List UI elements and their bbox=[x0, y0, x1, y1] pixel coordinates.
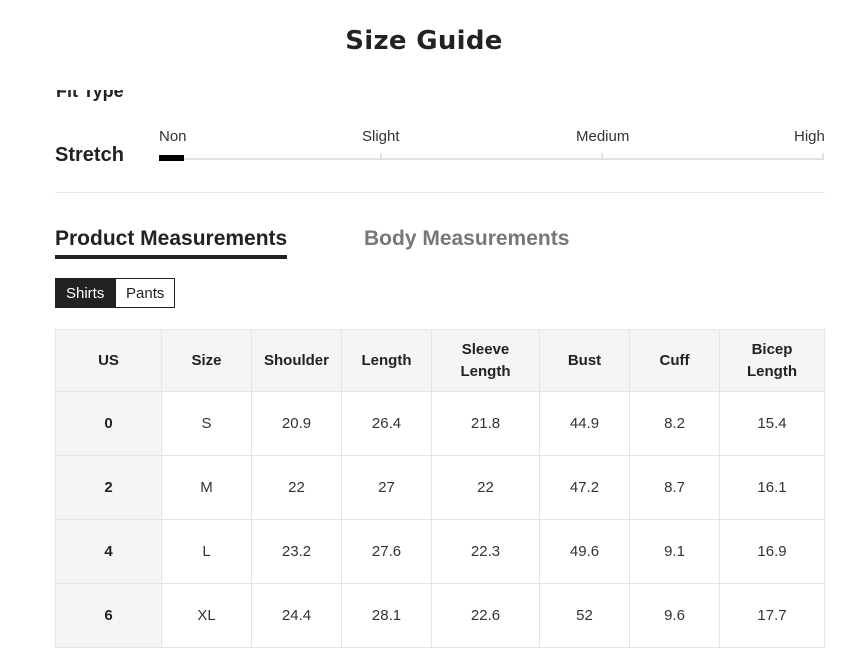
toggle-pants[interactable]: Pants bbox=[116, 278, 175, 308]
stretch-level-slight: Slight bbox=[362, 128, 400, 145]
column-header-bicep-length: Bicep Length bbox=[719, 329, 825, 392]
stretch-scale-tick bbox=[380, 153, 382, 160]
table-cell: 52 bbox=[539, 583, 630, 648]
table-cell: 28.1 bbox=[341, 583, 432, 648]
table-cell: 22.6 bbox=[431, 583, 540, 648]
section-divider bbox=[55, 192, 825, 193]
tab-product-measurements[interactable]: Product Measurements bbox=[55, 227, 288, 259]
table-cell: M bbox=[161, 455, 252, 520]
table-cell: 15.4 bbox=[719, 391, 825, 456]
table-cell: 21.8 bbox=[431, 391, 540, 456]
table-header-row: US Size Shoulder Length Sleeve Length Bu… bbox=[55, 329, 825, 392]
table-cell: 26.4 bbox=[341, 391, 432, 456]
table-cell: 8.2 bbox=[629, 391, 720, 456]
table-cell: 23.2 bbox=[251, 519, 342, 584]
page-title: Size Guide bbox=[345, 26, 503, 56]
table-cell: 16.1 bbox=[719, 455, 825, 520]
table-cell: 49.6 bbox=[539, 519, 630, 584]
table-cell: 17.7 bbox=[719, 583, 825, 648]
column-header-sleeve-length: Sleeve Length bbox=[431, 329, 540, 392]
table-cell: 22 bbox=[251, 455, 342, 520]
table-cell: 6 bbox=[55, 583, 162, 648]
table-cell: 2 bbox=[55, 455, 162, 520]
stretch-scale-tick bbox=[822, 153, 824, 160]
table-cell: 44.9 bbox=[539, 391, 630, 456]
toggle-shirts[interactable]: Shirts bbox=[55, 278, 116, 308]
stretch-scale-track bbox=[159, 158, 824, 160]
column-header-length: Length bbox=[341, 329, 432, 392]
table-cell: 22 bbox=[431, 455, 540, 520]
category-toggle: Shirts Pants bbox=[55, 278, 175, 308]
stretch-level-medium: Medium bbox=[576, 128, 630, 145]
table-cell: 16.9 bbox=[719, 519, 825, 584]
table-row: 2 M 22 27 22 47.2 8.7 16.1 bbox=[55, 455, 825, 520]
table-cell: 24.4 bbox=[251, 583, 342, 648]
table-row: 4 L 23.2 27.6 22.3 49.6 9.1 16.9 bbox=[55, 519, 825, 584]
table-cell: 27.6 bbox=[341, 519, 432, 584]
table-cell: 22.3 bbox=[431, 519, 540, 584]
column-header-cuff: Cuff bbox=[629, 329, 720, 392]
stretch-scale-indicator bbox=[159, 155, 184, 161]
stretch-level-non: Non bbox=[159, 128, 187, 145]
table-row: 0 S 20.9 26.4 21.8 44.9 8.2 15.4 bbox=[55, 391, 825, 456]
column-header-us: US bbox=[55, 329, 162, 392]
table-cell: 0 bbox=[55, 391, 162, 456]
table-cell: 8.7 bbox=[629, 455, 720, 520]
table-cell: 27 bbox=[341, 455, 432, 520]
stretch-label: Stretch bbox=[55, 144, 124, 166]
table-cell: S bbox=[161, 391, 252, 456]
table-cell: 4 bbox=[55, 519, 162, 584]
table-cell: 9.1 bbox=[629, 519, 720, 584]
table-cell: 20.9 bbox=[251, 391, 342, 456]
clipped-section-heading: Fit Type bbox=[56, 90, 124, 101]
tab-body-measurements[interactable]: Body Measurements bbox=[364, 227, 569, 251]
table-cell: L bbox=[161, 519, 252, 584]
stretch-level-high: High bbox=[794, 128, 825, 145]
stretch-scale-tick bbox=[601, 153, 603, 160]
column-header-bust: Bust bbox=[539, 329, 630, 392]
measurements-table: US Size Shoulder Length Sleeve Length Bu… bbox=[55, 329, 825, 648]
table-row: 6 XL 24.4 28.1 22.6 52 9.6 17.7 bbox=[55, 583, 825, 648]
column-header-size: Size bbox=[161, 329, 252, 392]
table-cell: 47.2 bbox=[539, 455, 630, 520]
table-cell: XL bbox=[161, 583, 252, 648]
table-cell: 9.6 bbox=[629, 583, 720, 648]
column-header-shoulder: Shoulder bbox=[251, 329, 342, 392]
